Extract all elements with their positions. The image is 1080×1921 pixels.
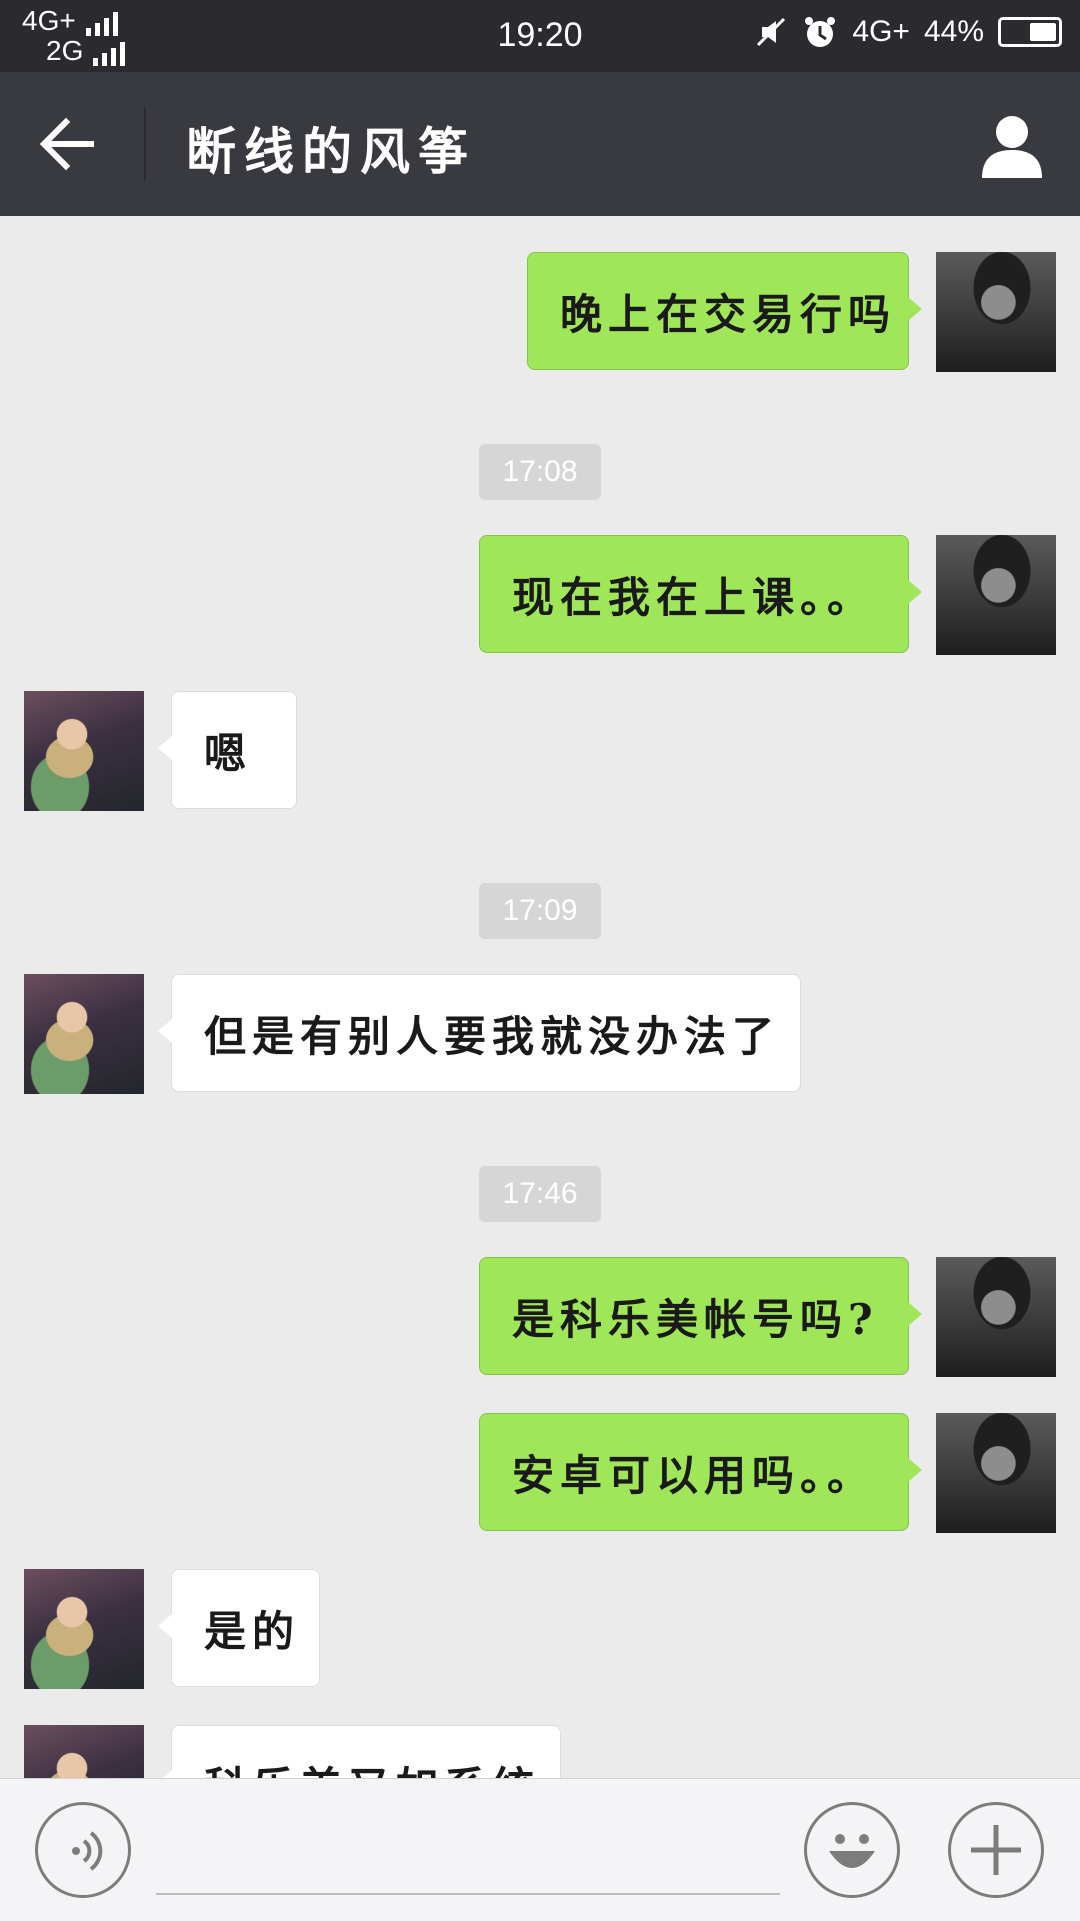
avatar[interactable] xyxy=(936,252,1056,372)
header-divider xyxy=(144,108,146,180)
chat-header: 断线的风筝 xyxy=(0,72,1080,216)
incoming-message[interactable]: 是的 xyxy=(158,1569,320,1687)
message-text: 是的 xyxy=(204,1606,301,1656)
message-text: 晚上在交易行吗 xyxy=(560,289,897,339)
message-text: 是科乐美帐号吗? xyxy=(512,1294,879,1344)
emoji-icon xyxy=(829,1834,875,1868)
avatar[interactable] xyxy=(24,691,144,811)
battery-percent: 44% xyxy=(923,15,984,48)
arrow-left-icon[interactable] xyxy=(36,112,108,176)
battery-icon xyxy=(998,17,1062,47)
voice-button[interactable] xyxy=(35,1802,131,1898)
mute-icon xyxy=(757,17,786,47)
emoji-button[interactable] xyxy=(804,1802,900,1898)
message-text: 科乐美又如系统 xyxy=(204,1754,540,1779)
avatar[interactable] xyxy=(24,1725,144,1778)
timestamp: 17:08 xyxy=(479,444,601,500)
plus-icon xyxy=(971,1825,1021,1875)
outgoing-message[interactable]: 安卓可以用吗。。 xyxy=(479,1413,922,1531)
outgoing-message[interactable]: 现在我在上课。。 xyxy=(479,535,922,653)
network-right: 4G+ xyxy=(852,15,910,48)
incoming-message[interactable]: 科乐美又如系统 xyxy=(158,1725,561,1779)
outgoing-message[interactable]: 晚上在交易行吗 xyxy=(527,252,922,370)
timestamp: 17:09 xyxy=(479,883,601,939)
message-text: 但是有别人要我就没办法了 xyxy=(204,1011,781,1061)
outgoing-message[interactable]: 是科乐美帐号吗? xyxy=(479,1257,922,1375)
avatar[interactable] xyxy=(24,974,144,1094)
incoming-message[interactable]: 嗯 xyxy=(158,691,297,809)
message-list[interactable]: 晚上在交易行吗 17:08 现在我在上课。。 嗯 17:09 但是有别人要我就没… xyxy=(0,216,1080,1778)
avatar[interactable] xyxy=(24,1569,144,1689)
status-bar: 4G+ 2G 19:20 4G+ 44% xyxy=(0,0,1080,72)
message-text: 嗯 xyxy=(204,728,253,778)
input-bar xyxy=(0,1778,1080,1921)
avatar[interactable] xyxy=(936,535,1056,655)
avatar[interactable] xyxy=(936,1413,1056,1533)
timestamp: 17:46 xyxy=(479,1166,601,1222)
more-button[interactable] xyxy=(948,1802,1044,1898)
message-input[interactable] xyxy=(156,1893,780,1895)
status-right: 4G+ 44% xyxy=(754,14,1062,50)
message-text: 现在我在上课。。 xyxy=(512,572,876,622)
page-title: 断线的风筝 xyxy=(186,122,476,181)
incoming-message[interactable]: 但是有别人要我就没办法了 xyxy=(158,974,801,1092)
avatar[interactable] xyxy=(936,1257,1056,1377)
message-text: 安卓可以用吗。。 xyxy=(512,1450,876,1500)
alarm-icon xyxy=(805,17,836,47)
person-icon[interactable] xyxy=(976,108,1048,180)
voice-icon xyxy=(72,1831,103,1871)
